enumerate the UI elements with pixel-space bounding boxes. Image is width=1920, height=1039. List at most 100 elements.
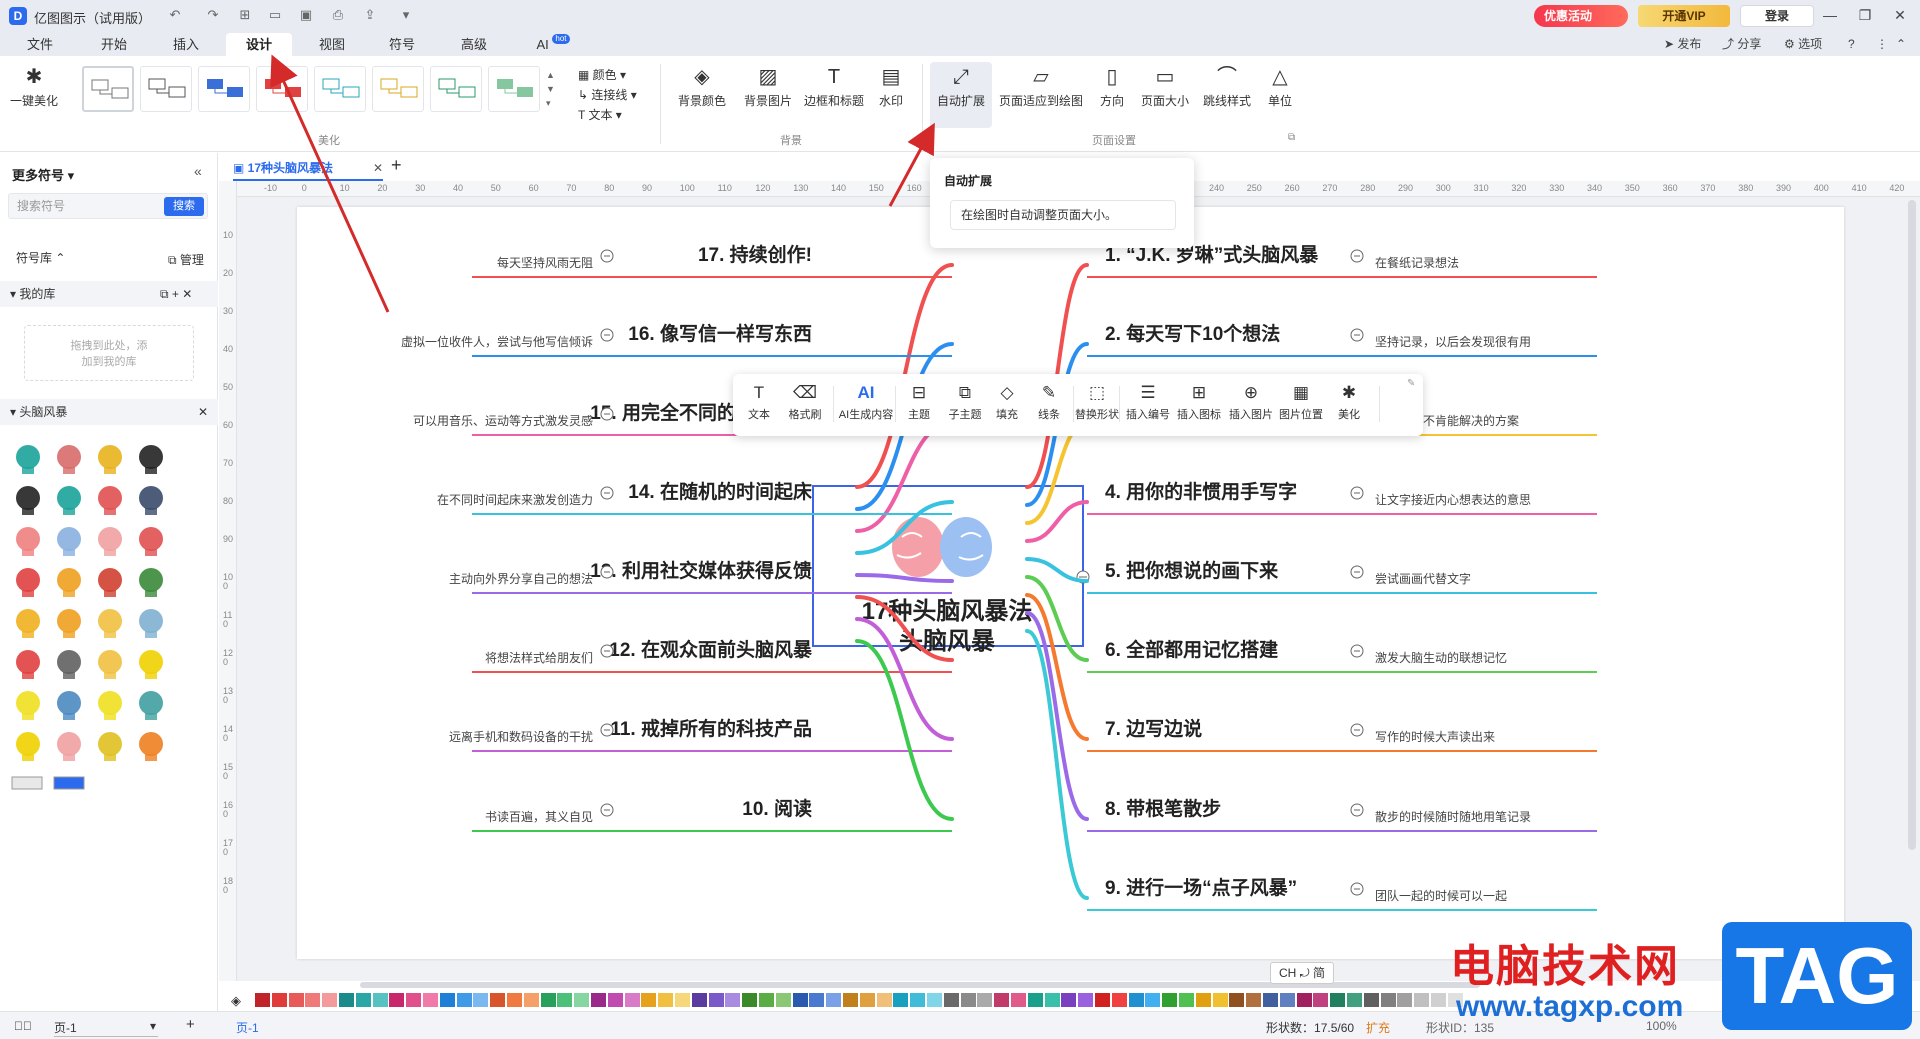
more-icon[interactable]: ⋮ [1876, 33, 1888, 55]
color-swatch[interactable] [1414, 993, 1430, 1007]
brainstorm-symbol-icon[interactable] [10, 482, 50, 522]
brainstorm-symbol-icon[interactable] [51, 728, 91, 768]
color-swatch[interactable] [322, 993, 338, 1007]
color-swatch[interactable] [1128, 993, 1144, 1007]
orientation-button[interactable]: ▯ 方向 [1090, 62, 1134, 109]
brainstorm-symbol-icon[interactable] [51, 564, 91, 604]
brainstorm-symbol-icon[interactable] [92, 728, 132, 768]
color-swatch[interactable] [1195, 993, 1211, 1007]
my-library-header[interactable]: ▾ 我的库 ⧉ + ✕ [0, 281, 218, 307]
color-swatch[interactable] [893, 993, 909, 1007]
color-swatch[interactable] [675, 993, 690, 1007]
color-swatch[interactable] [960, 993, 976, 1007]
color-swatch[interactable] [305, 993, 321, 1007]
color-swatch[interactable] [591, 993, 606, 1007]
maximize-icon[interactable]: ❐ [1850, 4, 1880, 26]
watermark-button[interactable]: ▤ 水印 [868, 62, 914, 109]
style-thumb[interactable] [372, 66, 424, 112]
brainstorm-symbol-icon[interactable] [133, 646, 173, 686]
login-button[interactable]: 登录 [1740, 5, 1814, 27]
color-swatch[interactable] [372, 993, 388, 1007]
share-button[interactable]: ⤴ 分享 [1722, 33, 1761, 55]
color-swatch[interactable] [927, 993, 942, 1007]
expand-button[interactable]: 扩充 [1366, 1019, 1390, 1036]
options-button[interactable]: ⚙ 选项 [1784, 33, 1822, 55]
toolbar-insert-icon-button[interactable]: ⊞ 插入图标 [1175, 380, 1223, 422]
color-swatch[interactable] [859, 993, 875, 1007]
brainstorm-symbol-icon[interactable] [10, 728, 50, 768]
color-swatch[interactable] [1212, 993, 1228, 1007]
left-branch-topic[interactable]: 17. 持续创作! 每天坚持风雨无阻 [472, 243, 954, 489]
brainstorm-symbol-icon[interactable] [92, 687, 132, 727]
color-swatch[interactable] [456, 993, 472, 1007]
promo-button[interactable]: 优惠活动 [1534, 5, 1628, 27]
brainstorm-symbol-icon[interactable] [92, 605, 132, 645]
brainstorm-symbol-icon[interactable] [133, 728, 173, 768]
brainstorm-symbol-icon[interactable] [10, 523, 50, 563]
color-swatch[interactable] [607, 993, 623, 1007]
style-thumb[interactable] [488, 66, 540, 112]
color-swatch[interactable] [759, 993, 774, 1007]
my-library-drop-area[interactable]: 拖拽到此处，添 加到我的库 [24, 325, 194, 381]
connector-dropdown[interactable]: ↳ 连接线 ▾ [578, 86, 637, 103]
color-swatch[interactable] [725, 993, 741, 1007]
style-thumb[interactable] [314, 66, 366, 112]
color-swatch[interactable] [691, 993, 707, 1007]
bg-color-button[interactable]: ◈ 背景颜色 [670, 62, 734, 109]
color-swatch[interactable] [355, 993, 371, 1007]
close-library-icon[interactable]: ✕ [198, 399, 208, 425]
color-swatch[interactable] [339, 993, 354, 1007]
brainstorm-symbol-icon[interactable] [92, 564, 132, 604]
customize-dropdown-icon[interactable]: ▾ [397, 6, 415, 24]
tab-file[interactable]: 文件 [18, 33, 62, 56]
fit-to-drawing-button[interactable]: ▱ 页面适应到绘图 [996, 62, 1086, 109]
color-swatch[interactable] [792, 993, 808, 1007]
color-swatch[interactable] [271, 993, 287, 1007]
undo-icon[interactable]: ↶ [166, 6, 184, 24]
color-dropdown[interactable]: ▦ 颜色 ▾ [578, 66, 626, 83]
color-swatch[interactable] [1363, 993, 1379, 1007]
vip-button[interactable]: 开通VIP [1638, 5, 1730, 27]
brainstorm-library-header[interactable]: ▾ 头脑风暴 ✕ [0, 399, 218, 425]
color-swatch[interactable] [1313, 993, 1329, 1007]
style-thumb[interactable] [82, 66, 134, 112]
color-swatch[interactable] [977, 993, 993, 1007]
unit-button[interactable]: △ 单位 [1262, 62, 1298, 109]
style-thumb[interactable] [256, 66, 308, 112]
toolbar-format-brush-button[interactable]: ⌫ 格式刷 [785, 380, 825, 422]
tab-view[interactable]: 视图 [310, 33, 354, 56]
page-setup-launcher-icon[interactable]: ⧉ [1288, 132, 1295, 143]
right-branch-topic[interactable]: 4. 用你的非惯用手写字 让文字接近内心想表达的意思 [1025, 480, 1597, 543]
brainstorm-symbol-icon[interactable] [92, 646, 132, 686]
tab-ai[interactable]: AI hot [528, 33, 578, 56]
color-swatch[interactable] [1011, 993, 1026, 1007]
toolbar-ai-generate-button[interactable]: AI AI生成内容 [837, 380, 895, 422]
color-swatch[interactable] [1061, 993, 1077, 1007]
library-actions-icon[interactable]: ⧉ + ✕ [160, 281, 192, 307]
redo-icon[interactable]: ↷ [204, 6, 222, 24]
brainstorm-symbol-icon[interactable] [52, 769, 92, 809]
tab-advanced[interactable]: 高级 [452, 33, 496, 56]
collapse-panel-icon[interactable]: « [194, 163, 202, 179]
toolbar-beautify-button[interactable]: ✱ 美化 [1331, 380, 1367, 422]
toolbar-numbering-button[interactable]: ☰ 插入编号 [1125, 380, 1171, 422]
color-swatch[interactable] [1078, 993, 1094, 1007]
color-swatch[interactable] [389, 993, 405, 1007]
auto-expand-button[interactable]: ⤢ 自动扩展 [930, 62, 992, 128]
style-thumb[interactable] [140, 66, 192, 112]
color-swatch[interactable] [406, 993, 422, 1007]
color-swatch[interactable] [1397, 993, 1413, 1007]
color-swatch[interactable] [742, 993, 758, 1007]
color-swatch[interactable] [775, 993, 791, 1007]
color-swatch[interactable] [876, 993, 892, 1007]
color-swatch[interactable] [843, 993, 858, 1007]
color-swatch[interactable] [507, 993, 522, 1007]
tab-start[interactable]: 开始 [92, 33, 136, 56]
minimize-icon[interactable]: — [1815, 4, 1845, 26]
gallery-scroll-icon[interactable]: ▲ ▼ ▾ [546, 68, 555, 110]
brainstorm-symbol-icon[interactable] [10, 441, 50, 481]
text-dropdown[interactable]: T 文本 ▾ [578, 106, 622, 123]
open-folder-icon[interactable]: ▭ [266, 6, 284, 24]
brainstorm-symbol-icon[interactable] [133, 687, 173, 727]
vertical-scrollbar[interactable] [1908, 200, 1916, 850]
